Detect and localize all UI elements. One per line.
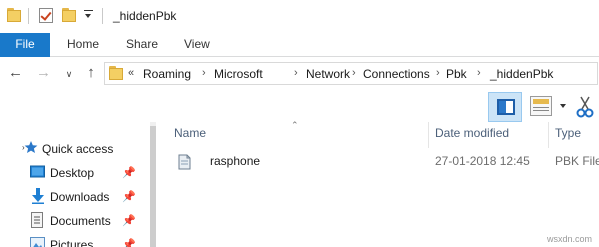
nav-pictures[interactable]: Pictures 📌 [0, 233, 150, 247]
nav-quick-access[interactable]: › Quick access [0, 137, 150, 161]
nav-downloads[interactable]: Downloads 📌 [0, 185, 150, 209]
tab-share[interactable]: Share [126, 33, 158, 57]
nav-label: Downloads [50, 190, 110, 204]
new-folder-icon[interactable] [62, 8, 76, 23]
details-view-icon[interactable] [530, 96, 552, 116]
view-toolbar [0, 90, 599, 122]
breadcrumb-separator-icon[interactable]: › [294, 67, 298, 79]
address-folder-icon [109, 66, 123, 81]
breadcrumb-microsoft[interactable]: Microsoft [214, 67, 263, 81]
breadcrumb-separator-icon[interactable]: › [436, 67, 440, 79]
pictures-icon [30, 237, 45, 247]
nav-label: Quick access [42, 142, 114, 156]
tab-file[interactable]: File [0, 33, 50, 57]
title-bar: _hiddenPbk [0, 0, 599, 33]
column-divider[interactable] [548, 122, 549, 148]
breadcrumb-separator-icon[interactable]: › [202, 67, 206, 79]
preview-pane-icon[interactable] [488, 92, 522, 122]
forward-arrow-icon[interactable]: → [36, 65, 51, 81]
file-list: ⌃ Name Date modified Type rasphone 27-01… [160, 120, 599, 247]
ribbon-tabs: File Home Share View [0, 33, 599, 57]
navigation-scrollbar[interactable] [150, 122, 156, 247]
pin-icon[interactable]: 📌 [122, 166, 136, 179]
breadcrumb-separator-icon[interactable]: › [352, 67, 356, 79]
breadcrumb-network[interactable]: Network [306, 67, 350, 81]
download-arrow-icon [31, 188, 45, 207]
breadcrumb-roaming[interactable]: Roaming [143, 67, 191, 81]
folder-icon[interactable] [7, 8, 21, 23]
breadcrumb-separator-icon[interactable]: › [477, 67, 481, 79]
file-type: PBK File [555, 154, 599, 168]
nav-desktop[interactable]: Desktop 📌 [0, 161, 150, 185]
pin-icon[interactable]: 📌 [122, 214, 136, 227]
tab-view[interactable]: View [184, 33, 210, 57]
navigation-pane: › Quick access Desktop 📌 Downloads 📌 Doc… [0, 122, 160, 247]
customize-quick-access-dropdown-icon[interactable] [84, 10, 93, 21]
address-bar[interactable]: « Roaming › Microsoft › Network › Connec… [104, 62, 598, 85]
tab-home[interactable]: Home [67, 33, 99, 57]
sort-ascending-icon: ⌃ [291, 120, 299, 130]
file-name[interactable]: rasphone [210, 154, 260, 168]
breadcrumb-hiddenpbk[interactable]: _hiddenPbk [490, 67, 553, 81]
breadcrumb-connections[interactable]: Connections [363, 67, 430, 81]
column-divider[interactable] [428, 122, 429, 148]
cut-scissors-icon[interactable] [576, 96, 594, 118]
nav-documents[interactable]: Documents 📌 [0, 209, 150, 233]
view-options-dropdown-icon[interactable] [560, 104, 566, 108]
pin-icon[interactable]: 📌 [122, 238, 136, 247]
column-header-name[interactable]: Name [174, 126, 206, 140]
pin-icon[interactable]: 📌 [122, 190, 136, 203]
column-header-date-modified[interactable]: Date modified [435, 126, 509, 140]
back-arrow-icon[interactable]: ← [8, 65, 23, 81]
file-row[interactable]: rasphone 27-01-2018 12:45 PBK File [174, 150, 599, 172]
window-title: _hiddenPbk [113, 9, 177, 23]
breadcrumb-pbk[interactable]: Pbk [446, 67, 467, 81]
title-divider [28, 8, 29, 24]
up-arrow-icon[interactable]: ↑ [84, 65, 98, 81]
document-icon [31, 212, 43, 231]
column-header-type[interactable]: Type [555, 126, 581, 140]
desktop-icon [30, 165, 45, 182]
nav-label: Documents [50, 214, 111, 228]
watermark: wsxdn.com [547, 234, 593, 244]
properties-check-icon[interactable] [39, 8, 53, 23]
title-divider [102, 8, 103, 24]
recent-locations-chevron-icon[interactable]: ∨ [64, 66, 74, 82]
star-icon [24, 140, 38, 157]
nav-label: Pictures [50, 238, 94, 247]
nav-label: Desktop [50, 166, 95, 180]
phonebook-file-icon [177, 154, 191, 170]
breadcrumb-overflow-icon[interactable]: « [128, 67, 134, 79]
scrollbar-thumb[interactable] [150, 126, 156, 247]
navigation-bar: ← → ∨ ↑ « Roaming › Microsoft › Network … [0, 57, 599, 90]
file-date-modified: 27-01-2018 12:45 [435, 154, 530, 168]
